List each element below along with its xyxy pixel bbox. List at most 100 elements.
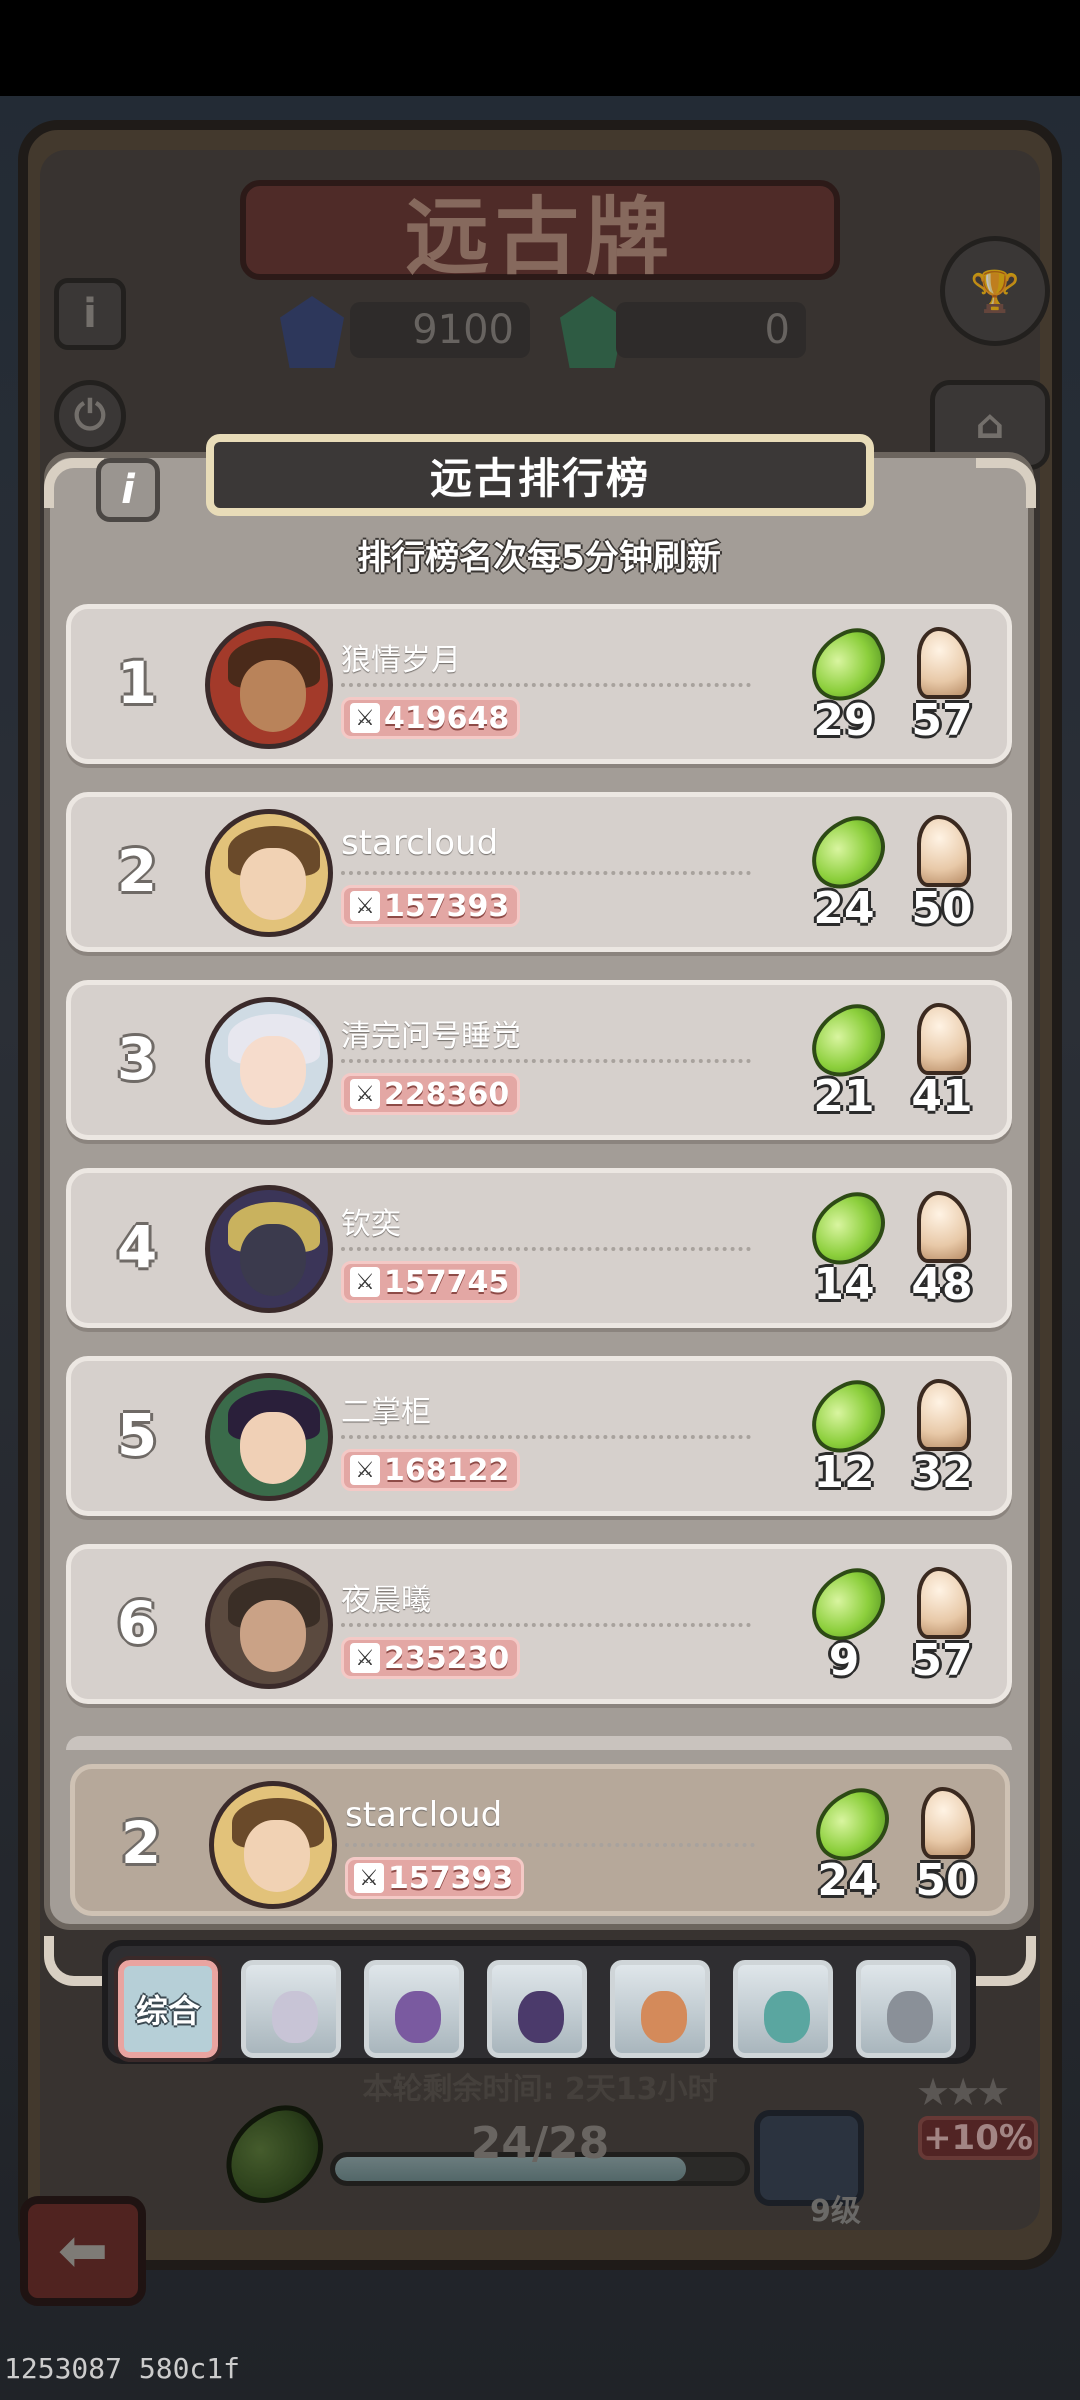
rank-number: 2 (116, 837, 158, 905)
power-badge: ⚔ 419648 (341, 697, 521, 739)
progress-text: 24/28 (470, 2118, 610, 2169)
ranking-row[interactable]: 6 夜晨曦 ⚔ 235230 9 57 (66, 1544, 1012, 1704)
ranking-row[interactable]: 2 starcloud ⚔ 157393 24 50 (66, 792, 1012, 952)
tab-white-haired-hero-icon[interactable] (241, 1960, 341, 2058)
horse-icon (917, 627, 971, 699)
horse-count: 48 (911, 1259, 973, 1310)
tab-label: 综合 (135, 1992, 200, 2030)
ranking-row[interactable]: 4 钦奕 ⚔ 157745 14 48 (66, 1168, 1012, 1328)
avatar-face (240, 1036, 306, 1108)
white-haired-hero-portrait (272, 1991, 318, 2043)
tab-dark-horse-hero-icon[interactable] (487, 1960, 587, 2058)
power-badge: ⚔ 235230 (341, 1637, 521, 1679)
power-value: 168122 (384, 1452, 510, 1488)
horse-count: 57 (911, 1635, 973, 1686)
tab-mechanical-hero-icon[interactable] (856, 1960, 956, 2058)
background-title: 远古牌 (240, 180, 840, 286)
power-badge: ⚔ 157393 (341, 885, 521, 927)
horse-icon (917, 815, 971, 887)
refresh-notice: 排行榜名次每5分钟刷新 (357, 538, 721, 578)
horse-count: 50 (911, 883, 973, 934)
rank-number: 4 (116, 1213, 158, 1281)
bean-count: 14 (813, 1259, 875, 1310)
tab-overall[interactable]: 综合 (114, 1956, 222, 2062)
power-icon: ⚔ (350, 1079, 380, 1109)
power-value: 419648 (384, 700, 510, 736)
panel-title: 远古排行榜 (206, 434, 874, 516)
panel-corner-top-left (44, 458, 104, 508)
player-name: 狼情岁月 (341, 643, 461, 678)
power-value: 157393 (388, 1860, 514, 1896)
green-goblin-hero-portrait (764, 1991, 810, 2043)
bean-count: 29 (813, 695, 875, 746)
bean-count: 24 (813, 883, 875, 934)
background-info-button[interactable]: i (54, 278, 126, 350)
rank-number: 5 (116, 1401, 158, 1469)
status-bar (0, 0, 1080, 96)
bean-count: 12 (813, 1447, 875, 1498)
horse-count: 41 (911, 1071, 973, 1122)
mechanical-hero-portrait (887, 1991, 933, 2043)
ranking-row[interactable]: 5 二掌柜 ⚔ 168122 12 32 (66, 1356, 1012, 1516)
podium-icon[interactable]: 🏆 (940, 236, 1050, 346)
my-rank-row: 2 starcloud ⚔ 157393 24 50 (70, 1764, 1010, 1916)
player-name: 清完问号睡觉 (341, 1019, 521, 1054)
horse-icon (921, 1787, 975, 1859)
list-scroll-edge (66, 1736, 1012, 1750)
power-value: 235230 (384, 1640, 510, 1676)
bean-count: 21 (813, 1071, 875, 1122)
power-value: 157745 (384, 1264, 510, 1300)
blue-stone-count: 9100 (350, 302, 530, 358)
dotted-divider (341, 1435, 751, 1439)
horse-count: 50 (915, 1855, 977, 1906)
player-avatar[interactable] (205, 809, 333, 937)
dotted-divider (341, 1623, 751, 1627)
dotted-divider (341, 1059, 751, 1063)
tab-red-haired-hero-icon[interactable] (610, 1960, 710, 2058)
green-stone-count: 0 (616, 302, 806, 358)
player-avatar[interactable] (205, 1185, 333, 1313)
player-avatar[interactable] (205, 1561, 333, 1689)
avatar-face (240, 848, 306, 920)
ranking-row[interactable]: 1 狼情岁月 ⚔ 419648 29 57 (66, 604, 1012, 764)
power-badge: ⚔ 168122 (341, 1449, 521, 1491)
power-icon: ⚔ (350, 1455, 380, 1485)
player-avatar[interactable] (209, 1781, 337, 1909)
player-avatar[interactable] (205, 997, 333, 1125)
player-avatar[interactable] (205, 621, 333, 749)
horse-icon (917, 1003, 971, 1075)
power-icon: ⚔ (354, 1863, 384, 1893)
debug-text: 1253087 580c1f (4, 2352, 241, 2385)
player-avatar[interactable] (205, 1373, 333, 1501)
dotted-divider (341, 1247, 751, 1251)
dark-horse-hero-portrait (518, 1991, 564, 2043)
avatar-face (240, 1600, 306, 1672)
info-button[interactable]: i (96, 458, 160, 522)
tab-purple-hooded-hero-icon[interactable] (364, 1960, 464, 2058)
power-value: 157393 (384, 888, 510, 924)
power-icon: ⚔ (350, 703, 380, 733)
player-name: starcloud (341, 823, 499, 863)
tab-green-goblin-hero-icon[interactable] (733, 1960, 833, 2058)
horse-count: 32 (911, 1447, 973, 1498)
purple-hooded-hero-portrait (395, 1991, 441, 2043)
power-value: 228360 (384, 1076, 510, 1112)
bean-count: 9 (828, 1635, 860, 1686)
back-button[interactable]: ⬅ (20, 2196, 146, 2306)
player-name: 夜晨曦 (341, 1583, 431, 1618)
ranking-row[interactable]: 3 清完问号睡觉 ⚔ 228360 21 41 (66, 980, 1012, 1140)
avatar-face (240, 660, 306, 732)
dotted-divider (341, 683, 751, 687)
hero-tab-bar: 综合 (102, 1940, 976, 2064)
horse-count: 57 (911, 695, 973, 746)
power-icon: ⚔ (350, 1267, 380, 1297)
dotted-divider (345, 1843, 755, 1847)
chest-level: 9级 (810, 2194, 861, 2229)
power-icon[interactable]: ⏻ (54, 380, 126, 452)
dotted-divider (341, 871, 751, 875)
bonus-badge: +10% (918, 2116, 1038, 2160)
player-name: 钦奕 (341, 1207, 401, 1242)
horse-icon (917, 1191, 971, 1263)
horse-icon (917, 1567, 971, 1639)
rank-number: 2 (120, 1809, 162, 1877)
